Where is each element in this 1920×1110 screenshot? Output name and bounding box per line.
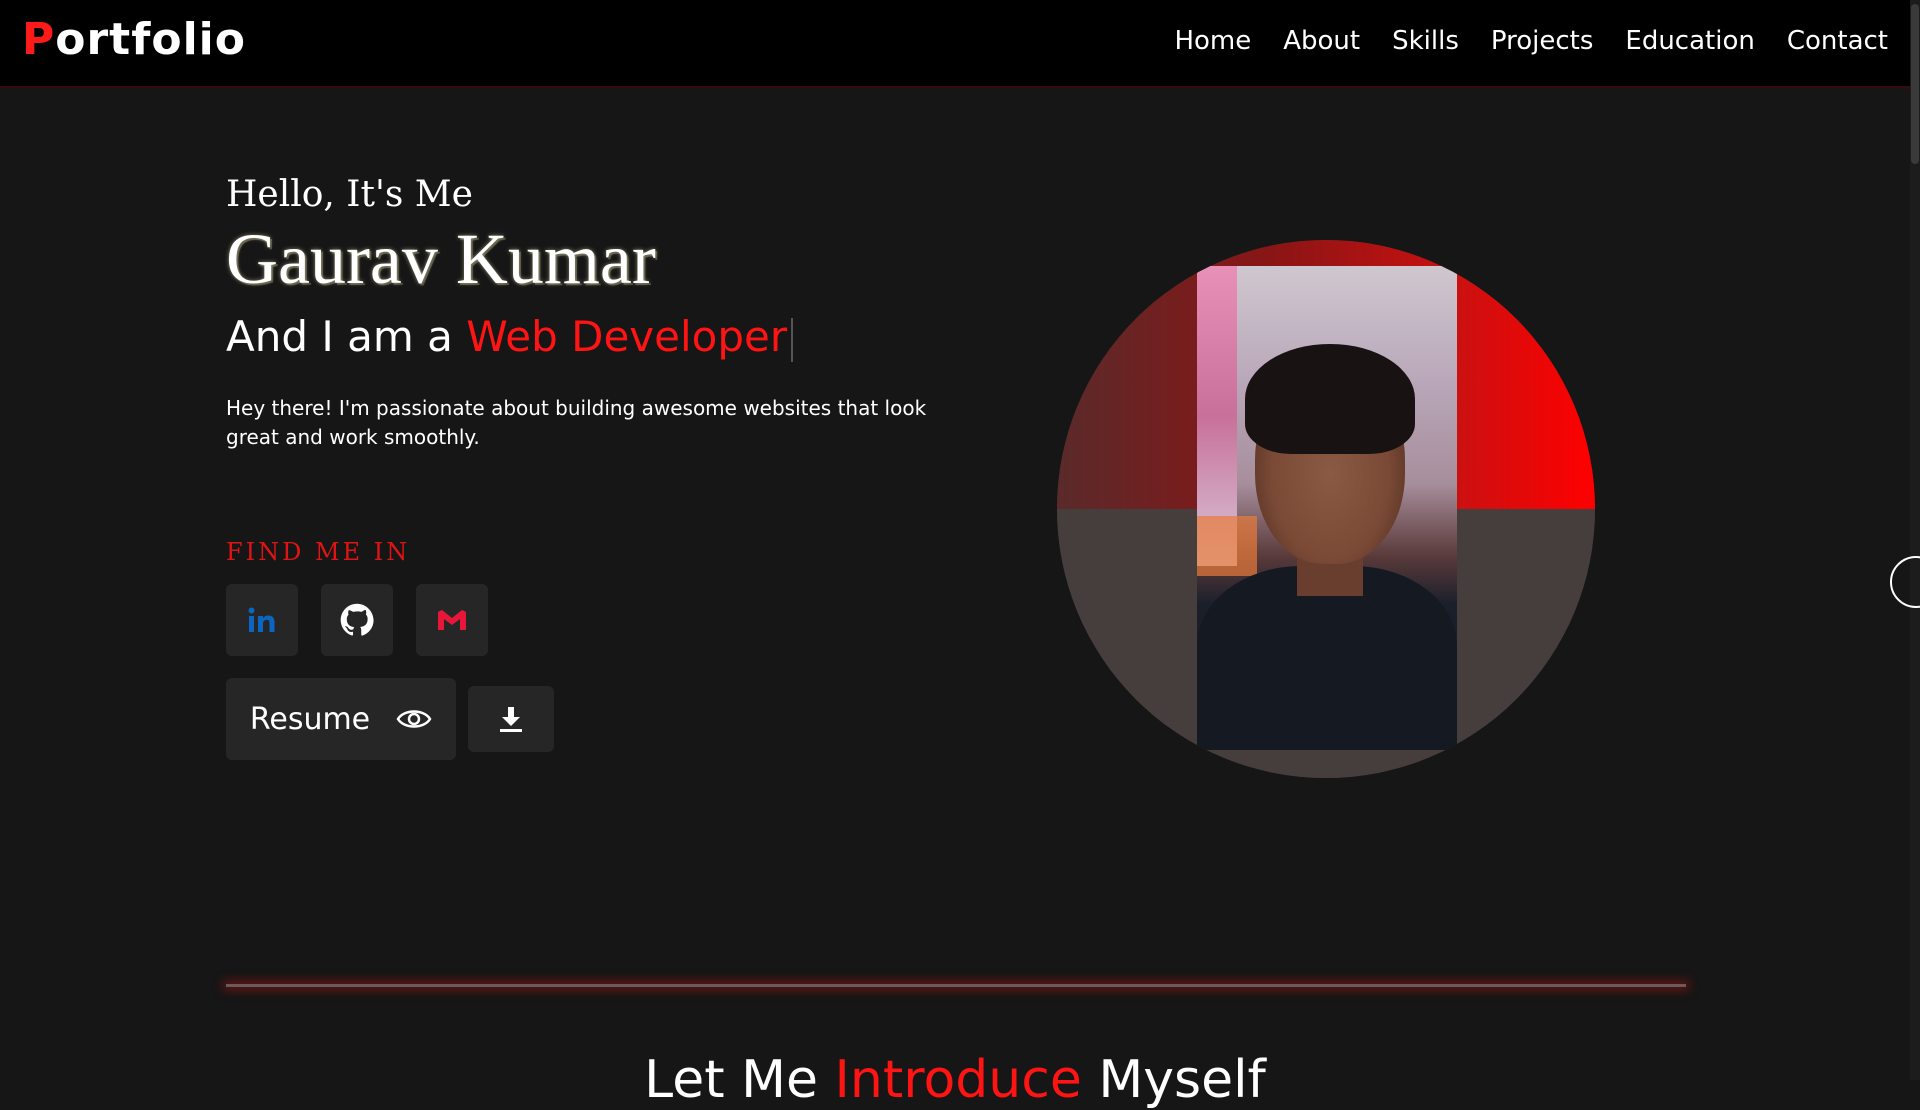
nav-link-education[interactable]: Education <box>1625 26 1754 56</box>
eye-icon <box>396 710 432 728</box>
navbar: Portfolio Home About Skills Projects Edu… <box>0 0 1910 88</box>
side-toggle-button[interactable] <box>1890 556 1920 608</box>
typing-caret <box>791 317 794 362</box>
section-divider <box>226 984 1686 987</box>
about-section-title: Let Me Introduce Myself <box>0 1050 1910 1110</box>
nav-link-about[interactable]: About <box>1283 26 1360 56</box>
github-icon <box>340 603 374 636</box>
hero-intro: Hey there! I'm passionate about building… <box>226 396 927 449</box>
hero-role-prefix: And I am a <box>226 312 467 361</box>
download-icon <box>500 707 522 732</box>
nav-link-projects[interactable]: Projects <box>1491 26 1594 56</box>
resume-download-button[interactable] <box>468 686 554 752</box>
scrollbar-thumb[interactable] <box>1911 4 1919 164</box>
linkedin-icon <box>248 607 275 632</box>
social-links <box>226 584 488 656</box>
hero-name: Gaurav Kumar <box>226 219 656 299</box>
page-scrollbar[interactable] <box>1910 0 1920 1080</box>
resume-view-button[interactable]: Resume <box>226 678 456 760</box>
logo[interactable]: Portfolio <box>22 14 246 65</box>
gmail-icon <box>438 610 466 630</box>
nav-links: Home About Skills Projects Education Con… <box>1174 26 1888 56</box>
about-title-suffix: Myself <box>1081 1050 1266 1110</box>
github-button[interactable] <box>321 584 393 656</box>
linkedin-button[interactable] <box>226 584 298 656</box>
hero-greeting: Hello, It's Me <box>226 174 473 215</box>
find-me-heading: FIND ME IN <box>226 538 411 566</box>
gmail-button[interactable] <box>416 584 488 656</box>
resume-label: Resume <box>249 701 371 737</box>
photo-hair <box>1245 344 1415 454</box>
hero-role-accent: Web Developer <box>466 312 788 361</box>
nav-link-skills[interactable]: Skills <box>1392 26 1459 56</box>
logo-first-letter: P <box>22 14 56 65</box>
photo-background-accent <box>1197 516 1257 576</box>
logo-text: ortfolio <box>55 14 246 65</box>
hero-role: And I am a Web Developer <box>226 312 794 362</box>
profile-photo-frame <box>1057 240 1595 778</box>
about-title-accent: Introduce <box>834 1050 1082 1110</box>
profile-photo <box>1197 266 1457 750</box>
nav-link-contact[interactable]: Contact <box>1787 26 1888 56</box>
about-title-prefix: Let Me <box>644 1050 835 1110</box>
nav-link-home[interactable]: Home <box>1174 26 1251 56</box>
